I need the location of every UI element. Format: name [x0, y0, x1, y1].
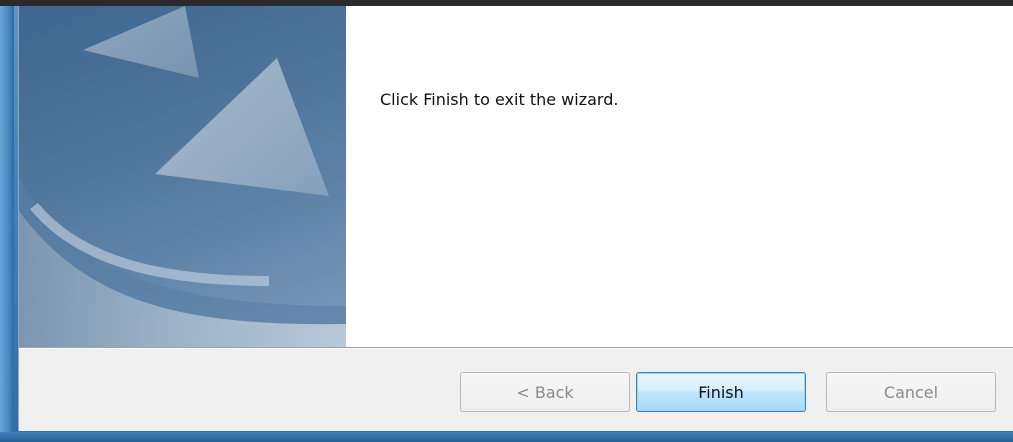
wizard-content-panel: Click Finish to exit the wizard.: [346, 6, 1013, 347]
cancel-button[interactable]: Cancel: [826, 372, 996, 412]
wizard-side-banner: [19, 6, 346, 347]
wizard-button-bar: < Back Finish Cancel: [19, 349, 1013, 431]
wizard-finish-message: Click Finish to exit the wizard.: [380, 90, 619, 109]
window-frame-bottom-edge[interactable]: [0, 432, 1013, 442]
back-button[interactable]: < Back: [460, 372, 630, 412]
sailboat-banner-graphic-icon: [19, 6, 346, 347]
window-frame-left-edge[interactable]: [0, 6, 14, 442]
desktop: Click Finish to exit the wizard. < Back …: [0, 0, 1013, 442]
wizard-dialog: Click Finish to exit the wizard. < Back …: [18, 6, 1013, 431]
finish-button[interactable]: Finish: [636, 372, 806, 412]
